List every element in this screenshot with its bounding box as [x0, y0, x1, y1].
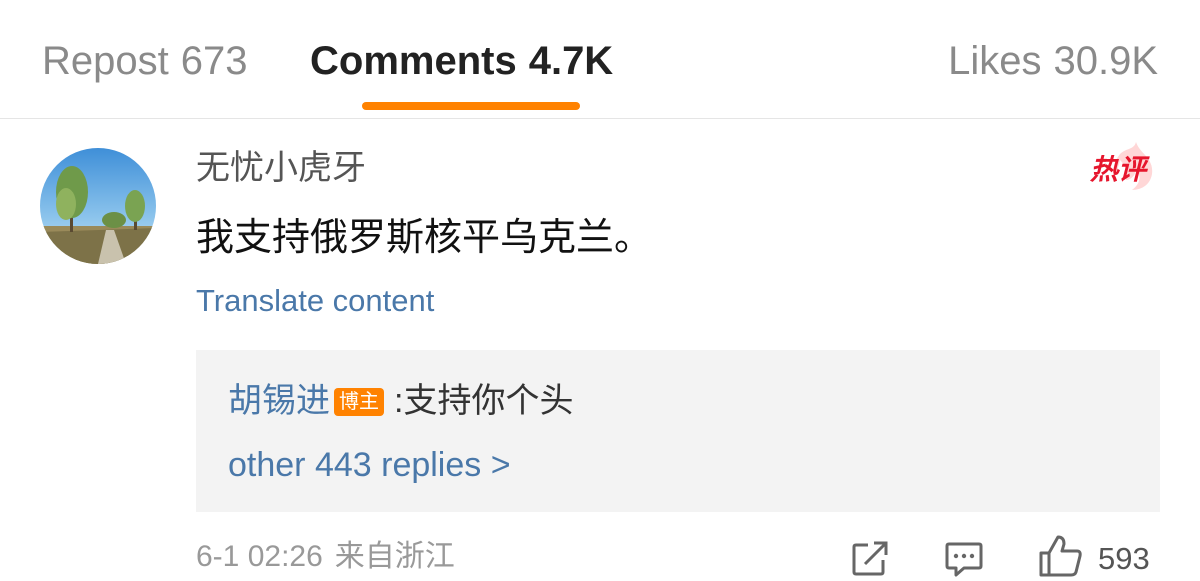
tabs-divider	[0, 118, 1200, 119]
tab-comments[interactable]: Comments 4.7K	[310, 38, 613, 84]
comment-username[interactable]: 无忧小虎牙	[196, 148, 366, 188]
tab-repost[interactable]: Repost 673	[42, 38, 248, 84]
comment-meta: 6-1 02:26 来自浙江	[196, 538, 455, 576]
tab-repost-label: Repost	[42, 39, 169, 83]
active-tab-indicator	[362, 102, 580, 110]
tab-comments-label: Comments	[310, 39, 517, 83]
comment-text: 我支持俄罗斯核平乌克兰。	[196, 217, 653, 259]
blogger-badge: 博主	[334, 388, 384, 416]
tab-likes-label: Likes	[948, 39, 1042, 83]
reply-preview[interactable]: 胡锡进 博主:支持你个头 other 443 replies >	[196, 350, 1160, 512]
tab-likes-count: 30.9K	[1053, 39, 1158, 83]
comment-location: 来自浙江	[334, 540, 455, 573]
tab-likes[interactable]: Likes 30.9K	[948, 38, 1158, 84]
tab-comments-count: 4.7K	[528, 39, 614, 83]
more-replies-link[interactable]: other 443 replies >	[228, 444, 511, 486]
reply-author[interactable]: 胡锡进	[228, 382, 330, 420]
thumbs-up-icon[interactable]	[1038, 534, 1084, 578]
repost-icon[interactable]	[850, 540, 890, 578]
like-count: 593	[1098, 541, 1150, 576]
tab-repost-count: 673	[180, 39, 248, 83]
comment-icon[interactable]	[944, 540, 984, 578]
hot-comment-badge: 热评	[1086, 140, 1160, 192]
translate-content-link[interactable]: Translate content	[196, 282, 434, 320]
avatar[interactable]	[40, 148, 156, 264]
tab-bar: Repost 673 Comments 4.7K Likes 30.9K	[0, 0, 1200, 118]
hot-badge-label: 热评	[1090, 154, 1147, 185]
reply-line: 胡锡进 博主:支持你个头	[228, 380, 573, 422]
reply-text: 支持你个头	[403, 382, 574, 420]
comment-date: 6-1 02:26	[196, 540, 323, 573]
